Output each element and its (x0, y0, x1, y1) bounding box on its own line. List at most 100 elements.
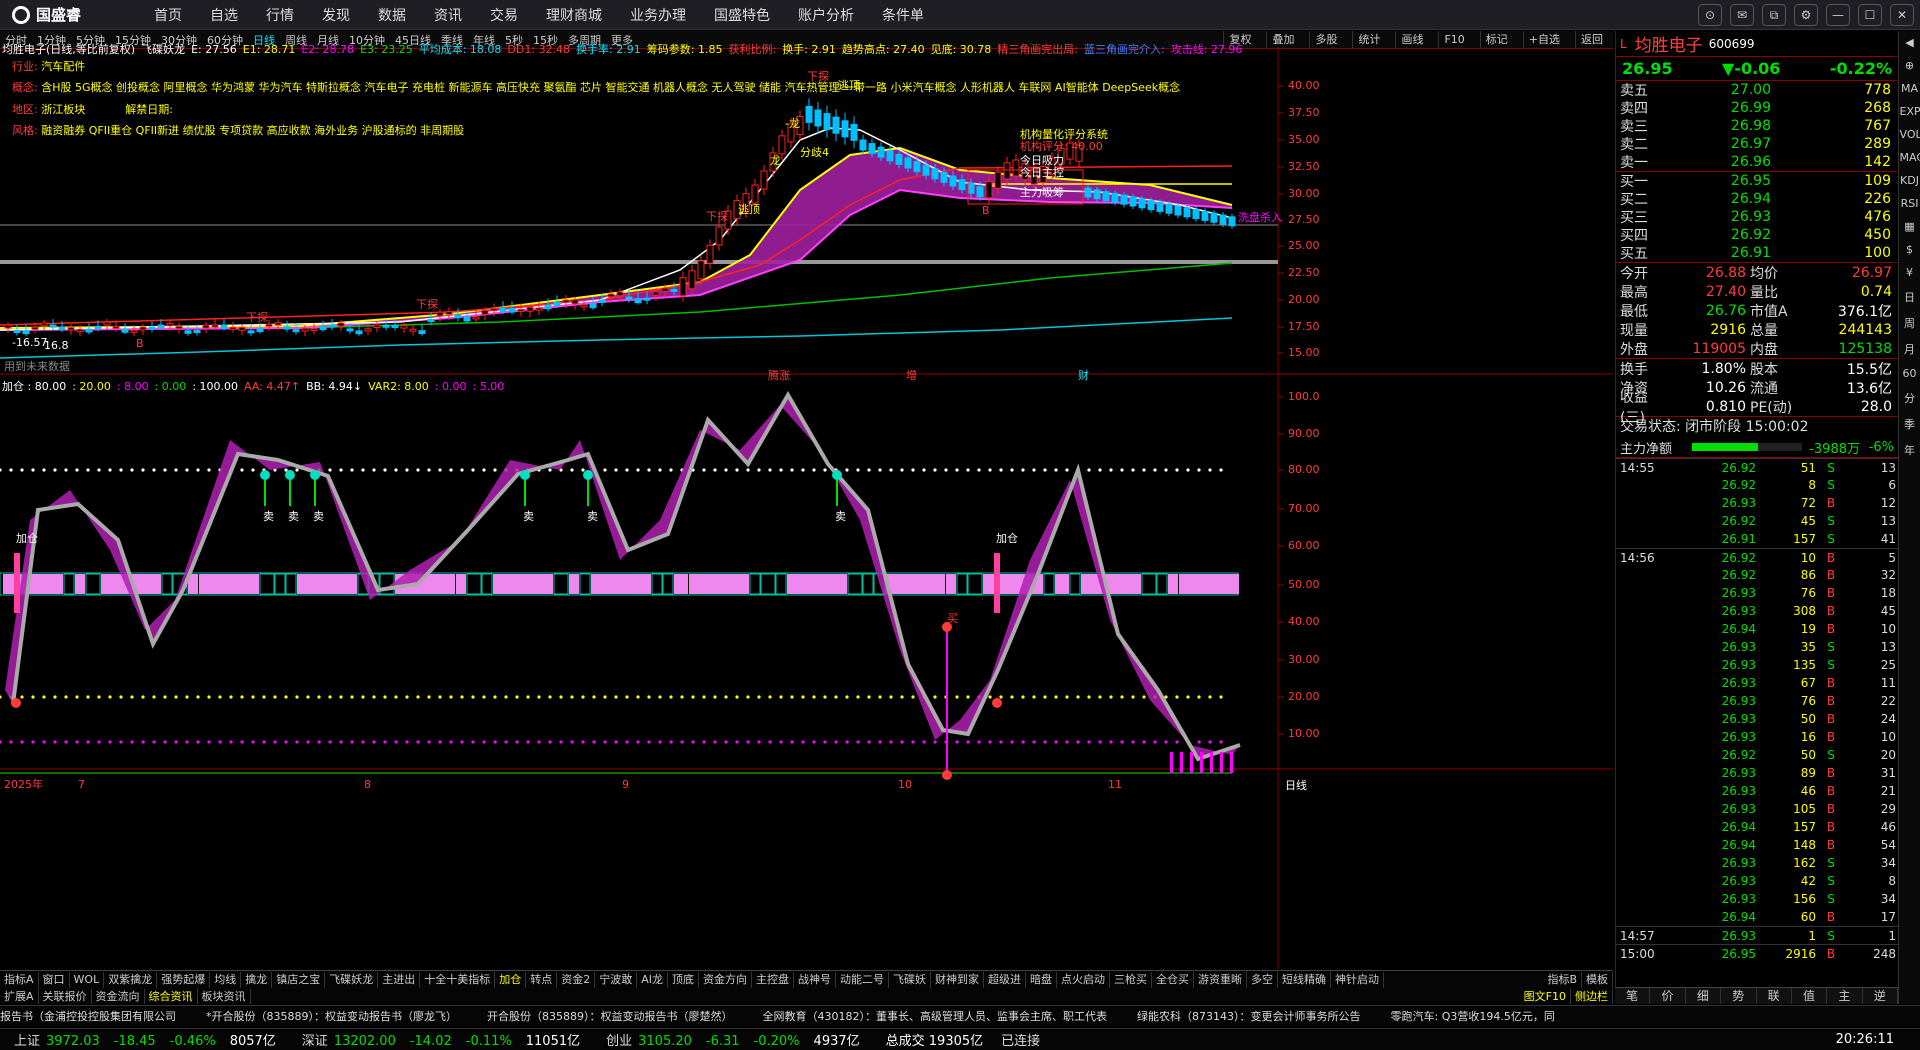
side-tab-16[interactable]: 季 (1900, 416, 1920, 432)
stock-name[interactable]: 均胜电子 (1635, 31, 1703, 56)
info-tab-1[interactable]: 关联报价 (39, 988, 92, 1004)
window-control-icon-6[interactable]: ✕ (1890, 4, 1914, 26)
indicator-tab-4[interactable]: 强势起爆 (157, 971, 211, 988)
side-tab-13[interactable]: 月 (1900, 341, 1920, 357)
quote-tab-1[interactable]: 价 (1650, 988, 1686, 1004)
info-tab-3[interactable]: 综合资讯 (145, 988, 198, 1004)
ask-row-4[interactable]: 卖一 26.96 142 (1616, 153, 1898, 171)
indicator-right-tab-1[interactable]: 模板 (1582, 971, 1613, 988)
indicator-tab-12[interactable]: 转点 (526, 971, 558, 988)
indicator-tab-5[interactable]: 均线 (210, 971, 242, 988)
indicator-tab-11[interactable]: 加仓 (495, 971, 527, 988)
tool-button-5[interactable]: F10 (1438, 31, 1469, 48)
indicator-tab-13[interactable]: 资金2 (557, 971, 596, 988)
menu-item-1[interactable]: 自选 (210, 5, 238, 25)
menu-item-5[interactable]: 资讯 (434, 5, 462, 25)
tool-button-7[interactable]: +自选 (1522, 31, 1565, 48)
indicator-tab-25[interactable]: 点火启动 (1057, 971, 1110, 988)
side-tab-8[interactable]: ▦ (1900, 220, 1920, 233)
news-item-4[interactable]: 绿能农科（873143）：变更会计师事务所公告 (1137, 1010, 1361, 1023)
menu-item-10[interactable]: 账户分析 (798, 5, 854, 25)
window-control-icon-4[interactable]: — (1826, 4, 1850, 26)
ask-row-3[interactable]: 卖二 26.97 289 (1616, 135, 1898, 153)
side-tab-15[interactable]: 分 (1900, 390, 1920, 406)
quote-tab-5[interactable]: 值 (1792, 988, 1828, 1004)
news-item-1[interactable]: *开合股份（835889）：权益变动报告书（廖龙飞） (206, 1010, 457, 1023)
window-control-icon-3[interactable]: ⚙ (1794, 4, 1818, 26)
indicator-tab-17[interactable]: 资金方向 (699, 971, 752, 988)
menu-item-7[interactable]: 理财商城 (546, 5, 602, 25)
window-control-icon-0[interactable]: ⊙ (1698, 4, 1722, 26)
info-right-tab-0[interactable]: 图文F10 (1520, 988, 1571, 1004)
menu-item-4[interactable]: 数据 (378, 5, 406, 25)
side-tab-14[interactable]: 60 (1900, 367, 1920, 380)
window-control-icon-1[interactable]: ✉ (1730, 4, 1754, 26)
bid-row-3[interactable]: 买四 26.92 450 (1616, 226, 1898, 244)
window-control-icon-2[interactable]: ⧉ (1762, 4, 1786, 26)
info-right-tab-1[interactable]: 侧边栏 (1571, 988, 1613, 1004)
bid-row-1[interactable]: 买二 26.94 226 (1616, 190, 1898, 208)
side-tab-11[interactable]: 日 (1900, 289, 1920, 305)
news-item-0[interactable]: 报告书（金浦控投控股集团有限公司 (0, 1010, 176, 1023)
indicator-tab-19[interactable]: 战神号 (794, 971, 836, 988)
window-control-icon-5[interactable]: ☐ (1858, 4, 1882, 26)
indicator-tab-0[interactable]: 指标A (0, 971, 39, 988)
menu-item-9[interactable]: 国盛特色 (714, 5, 770, 25)
tool-button-3[interactable]: 统计 (1352, 31, 1385, 48)
quote-tab-6[interactable]: 主 (1827, 988, 1863, 1004)
side-tab-2[interactable]: MA (1900, 82, 1920, 95)
menu-item-8[interactable]: 业务办理 (630, 5, 686, 25)
side-tab-12[interactable]: 周 (1900, 315, 1920, 331)
ask-row-1[interactable]: 卖四 26.99 268 (1616, 99, 1898, 117)
tool-button-6[interactable]: 标记 (1479, 31, 1513, 48)
info-tab-4[interactable]: 板块资讯 (198, 988, 251, 1004)
indicator-tab-9[interactable]: 主进出 (378, 971, 421, 988)
app-logo[interactable]: 国盛睿 (0, 4, 140, 25)
indicator-tab-8[interactable]: 飞碟妖龙 (325, 971, 379, 988)
indicator-tab-10[interactable]: 十全十美指标 (420, 971, 496, 988)
indicator-tab-22[interactable]: 财神到家 (931, 971, 984, 988)
indicator-tab-23[interactable]: 超级进 (984, 971, 1026, 988)
indicator-tab-16[interactable]: 顶底 (668, 971, 699, 988)
tick-list[interactable]: 14:55 26.92 51 S 13 26.92 8 S 6 26.93 72 B 12 26.92 45… (1616, 458, 1898, 962)
bid-row-0[interactable]: 买一 26.95 109 (1616, 172, 1898, 190)
quote-tab-4[interactable]: 联 (1757, 988, 1792, 1004)
indicator-tab-28[interactable]: 游资重晰 (1194, 971, 1247, 988)
bid-row-4[interactable]: 买五 26.91 100 (1616, 244, 1898, 262)
indicator-tab-1[interactable]: 窗口 (39, 971, 70, 988)
index-1[interactable]: 深证 13202.00 -14.02 -0.11% 11051亿 (288, 1030, 584, 1049)
news-item-3[interactable]: 全网教育（430182）：董事长、高级管理人员、监事会主席、职工代表 (763, 1010, 1108, 1023)
index-2[interactable]: 创业 3105.20 -6.31 -0.20% 4937亿 (592, 1030, 864, 1049)
indicator-tab-31[interactable]: 神针启动 (1331, 971, 1384, 988)
indicator-tab-21[interactable]: 飞碟妖 (889, 971, 931, 988)
tool-button-2[interactable]: 多股 (1309, 31, 1342, 48)
side-tab-1[interactable]: ⊕ (1900, 59, 1920, 72)
indicator-tab-24[interactable]: 暗盘 (1026, 971, 1057, 988)
indicator-tab-15[interactable]: AI龙 (637, 971, 668, 988)
index-0[interactable]: 上证 3972.03 -18.45 -0.46% 8057亿 (0, 1030, 280, 1049)
side-tab-6[interactable]: KDJ (1900, 174, 1920, 187)
quote-tab-3[interactable]: 势 (1721, 988, 1757, 1004)
ask-row-0[interactable]: 卖五 27.00 778 (1616, 81, 1898, 99)
tool-button-4[interactable]: 画线 (1395, 31, 1428, 48)
menu-item-11[interactable]: 条件单 (882, 5, 924, 25)
quote-tab-0[interactable]: 笔 (1615, 988, 1651, 1004)
menu-item-3[interactable]: 发现 (322, 5, 350, 25)
indicator-tab-26[interactable]: 三枪买 (1110, 971, 1152, 988)
bid-row-2[interactable]: 买三 26.93 476 (1616, 208, 1898, 226)
menu-item-6[interactable]: 交易 (490, 5, 518, 25)
news-item-2[interactable]: 开合股份（835889）：权益变动报告书（廖楚然） (487, 1010, 733, 1023)
indicator-tab-2[interactable]: WOL (70, 971, 105, 988)
indicator-tab-7[interactable]: 镇店之宝 (272, 971, 326, 988)
side-tab-5[interactable]: MACD (1900, 151, 1920, 164)
indicator-tab-27[interactable]: 全仓买 (1152, 971, 1194, 988)
info-tab-0[interactable]: 扩展A (0, 988, 39, 1004)
side-tab-10[interactable]: ¥ (1900, 266, 1920, 279)
side-tab-17[interactable]: 年 (1900, 442, 1920, 458)
info-tab-2[interactable]: 资金流向 (92, 988, 145, 1004)
indicator-right-tab-0[interactable]: 指标B (1543, 971, 1582, 988)
tool-button-8[interactable]: 返回 (1575, 31, 1608, 48)
tool-button-1[interactable]: 叠加 (1266, 31, 1299, 48)
side-tab-0[interactable]: ◀ (1900, 36, 1920, 49)
quote-tab-7[interactable]: 逆 (1863, 988, 1898, 1004)
